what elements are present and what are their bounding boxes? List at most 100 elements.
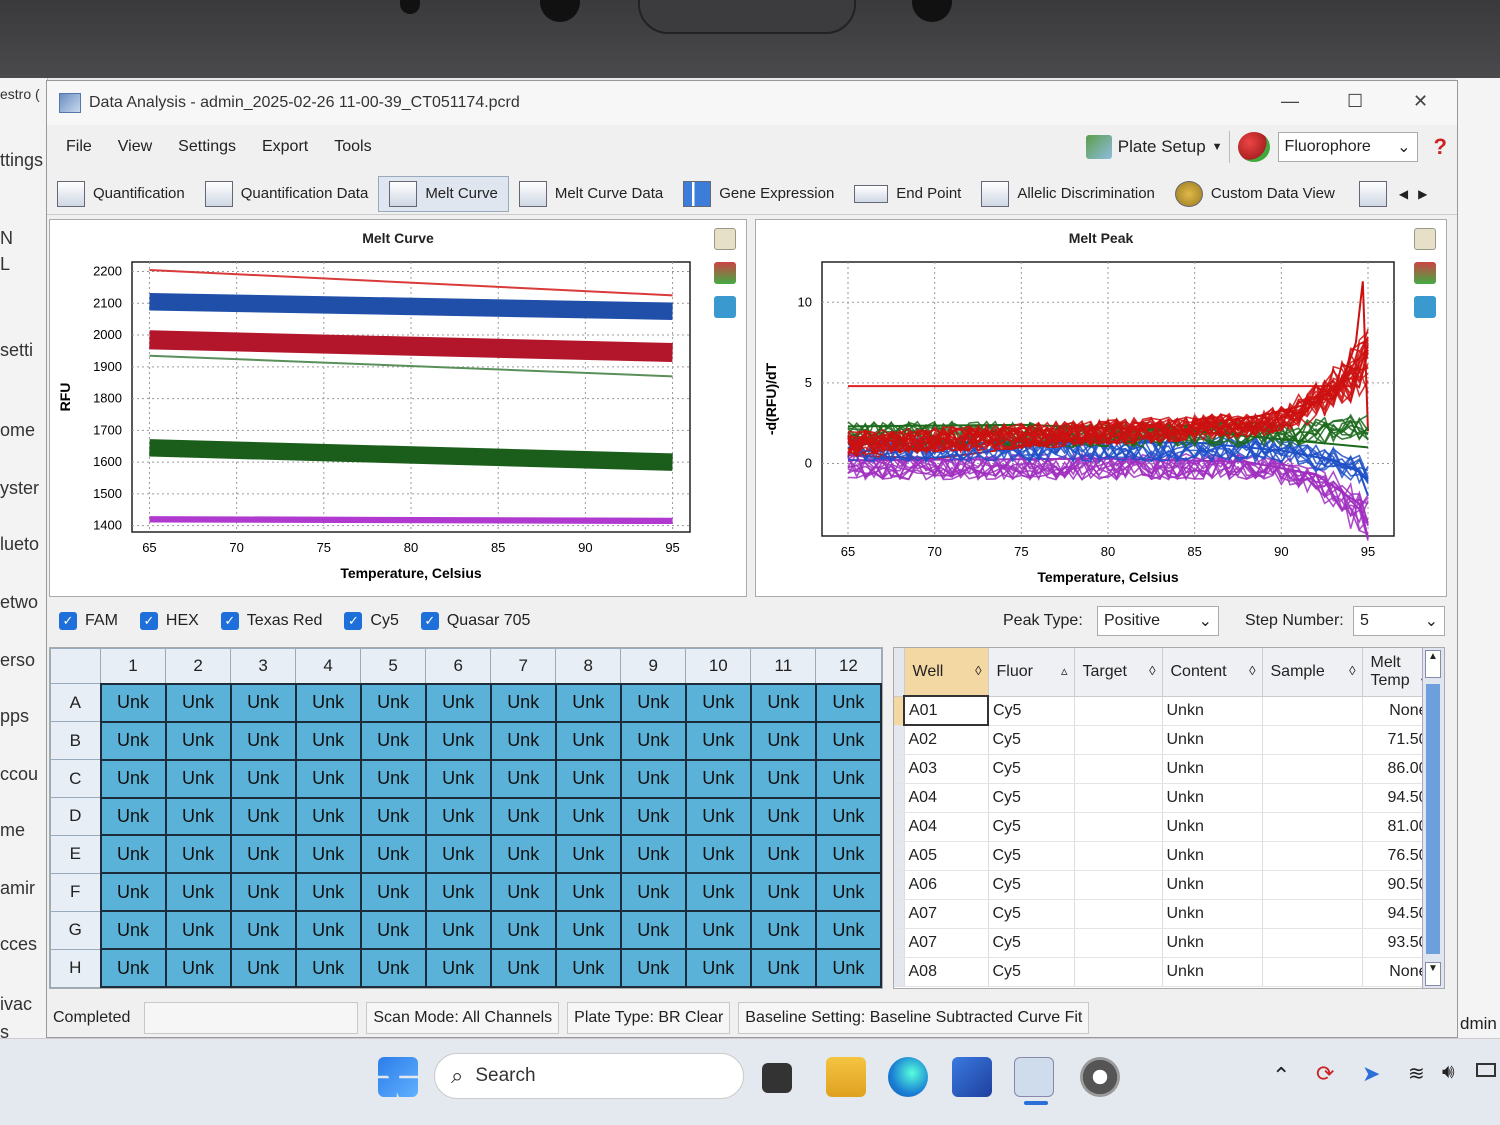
plate-row-header[interactable]: H: [50, 948, 101, 988]
export-image-icon[interactable]: [714, 296, 736, 318]
fluorophore-select[interactable]: Fluorophore ⌄: [1277, 132, 1418, 162]
table-cell[interactable]: Unkn: [1162, 928, 1263, 958]
maximize-button[interactable]: ☐: [1347, 91, 1363, 112]
plate-well[interactable]: Unk: [554, 910, 622, 951]
plate-well[interactable]: Unk: [489, 834, 557, 875]
column-header[interactable]: Content ◊: [1162, 648, 1263, 697]
plate-well[interactable]: Unk: [294, 796, 362, 837]
table-cell[interactable]: A03: [904, 754, 989, 784]
table-cell[interactable]: A02: [904, 725, 989, 755]
row-selector[interactable]: [894, 783, 905, 813]
tab-custom-data-view[interactable]: Custom Data View: [1165, 176, 1345, 212]
row-selector[interactable]: [894, 899, 905, 929]
plate-column-header[interactable]: 4: [295, 647, 362, 685]
column-header[interactable]: Sample ◊: [1262, 648, 1363, 697]
plate-well[interactable]: Unk: [359, 948, 427, 988]
plate-column-header[interactable]: 7: [490, 647, 557, 685]
plate-well[interactable]: Unk: [99, 682, 167, 723]
plate-well[interactable]: Unk: [684, 682, 752, 723]
table-cell[interactable]: A05: [904, 841, 989, 871]
plate-well[interactable]: Unk: [619, 758, 687, 799]
plate-well[interactable]: Unk: [814, 834, 883, 875]
plate-well[interactable]: Unk: [619, 948, 687, 988]
filter-hex[interactable]: ✓ HEX: [139, 612, 199, 630]
table-cell[interactable]: [1262, 870, 1363, 900]
plate-well[interactable]: Unk: [814, 758, 883, 799]
plate-well[interactable]: Unk: [619, 910, 687, 951]
table-row[interactable]: A07 Cy5 Unkn 94.50: [894, 899, 1435, 929]
table-row[interactable]: A02 Cy5 Unkn 71.50: [894, 725, 1435, 755]
table-row[interactable]: A04 Cy5 Unkn 81.00: [894, 812, 1435, 842]
plate-well[interactable]: Unk: [554, 758, 622, 799]
plate-well[interactable]: Unk: [684, 834, 752, 875]
volume-icon[interactable]: 🔊︎: [1442, 1061, 1455, 1084]
store-icon[interactable]: [952, 1057, 992, 1097]
table-cell[interactable]: [1074, 841, 1163, 871]
table-cell[interactable]: Unkn: [1162, 841, 1263, 871]
export-image-icon[interactable]: [1414, 296, 1436, 318]
plate-well[interactable]: Unk: [684, 758, 752, 799]
plate-well[interactable]: Unk: [814, 796, 883, 837]
vertical-scrollbar[interactable]: ▲ ▼: [1422, 648, 1444, 988]
plate-column-header[interactable]: 2: [165, 647, 232, 685]
plate-well[interactable]: Unk: [554, 872, 622, 913]
plate-well[interactable]: Unk: [424, 796, 492, 837]
plate-well[interactable]: Unk: [164, 682, 232, 723]
table-cell[interactable]: A01: [903, 695, 989, 726]
menu-settings[interactable]: Settings: [165, 138, 249, 156]
plate-well[interactable]: Unk: [489, 948, 557, 988]
filter-texas-red[interactable]: ✓ Texas Red: [220, 612, 322, 630]
tab-melt-curve-data[interactable]: Melt Curve Data: [509, 176, 673, 212]
plate-well[interactable]: Unk: [814, 720, 883, 761]
table-cell[interactable]: [1262, 725, 1363, 755]
plate-row-header[interactable]: D: [50, 797, 101, 836]
plate-well[interactable]: Unk: [164, 796, 232, 837]
copy-icon[interactable]: [714, 228, 736, 250]
plate-row-header[interactable]: F: [50, 872, 101, 912]
plate-well[interactable]: Unk: [684, 720, 752, 761]
table-cell[interactable]: A06: [904, 870, 989, 900]
scroll-up-icon[interactable]: ▲: [1425, 650, 1441, 678]
plate-column-header[interactable]: 9: [620, 647, 687, 685]
plate-well[interactable]: Unk: [424, 910, 492, 951]
plate-well[interactable]: Unk: [489, 796, 557, 837]
plate-column-header[interactable]: 1: [99, 647, 167, 685]
row-selector[interactable]: [894, 870, 905, 900]
plate-well[interactable]: Unk: [554, 796, 622, 837]
table-cell[interactable]: Cy5: [988, 754, 1075, 784]
plate-well[interactable]: Unk: [554, 834, 622, 875]
row-selector[interactable]: [894, 754, 905, 784]
plate-well[interactable]: Unk: [99, 910, 167, 951]
table-cell[interactable]: Unkn: [1162, 696, 1263, 726]
plate-well[interactable]: Unk: [619, 872, 687, 913]
plate-row-header[interactable]: B: [50, 721, 101, 761]
plate-well[interactable]: Unk: [229, 682, 297, 723]
column-header[interactable]: Fluor ▵: [988, 648, 1075, 697]
table-cell[interactable]: Cy5: [988, 899, 1075, 929]
plate-well[interactable]: Unk: [749, 720, 817, 761]
plate-column-header[interactable]: 3: [230, 647, 297, 685]
table-cell[interactable]: [1262, 899, 1363, 929]
plate-well[interactable]: Unk: [489, 910, 557, 951]
table-cell[interactable]: [1074, 870, 1163, 900]
table-row[interactable]: A06 Cy5 Unkn 90.50: [894, 870, 1435, 900]
column-header[interactable]: Well ◊: [904, 648, 989, 697]
fluorophore-color-icon[interactable]: [1237, 132, 1270, 162]
table-cell[interactable]: Unkn: [1162, 783, 1263, 813]
plate-well[interactable]: Unk: [164, 758, 232, 799]
peak-type-select[interactable]: Positive ⌄: [1097, 606, 1219, 636]
menu-tools[interactable]: Tools: [321, 138, 384, 156]
plate-well[interactable]: Unk: [164, 948, 232, 988]
color-settings-icon[interactable]: [1414, 262, 1436, 284]
tab-melt-curve[interactable]: Melt Curve: [378, 175, 509, 212]
step-number-select[interactable]: 5 ⌄: [1353, 606, 1445, 636]
plate-well[interactable]: Unk: [229, 872, 297, 913]
table-cell[interactable]: A07: [904, 899, 989, 929]
row-selector[interactable]: [894, 725, 905, 755]
table-cell[interactable]: A04: [904, 812, 989, 842]
filter-fam[interactable]: ✓ FAM: [59, 612, 118, 630]
scroll-right-icon[interactable]: ▶: [1418, 187, 1427, 201]
table-cell[interactable]: A08: [904, 957, 989, 987]
table-cell[interactable]: [1074, 957, 1163, 987]
plate-well[interactable]: Unk: [99, 796, 167, 837]
